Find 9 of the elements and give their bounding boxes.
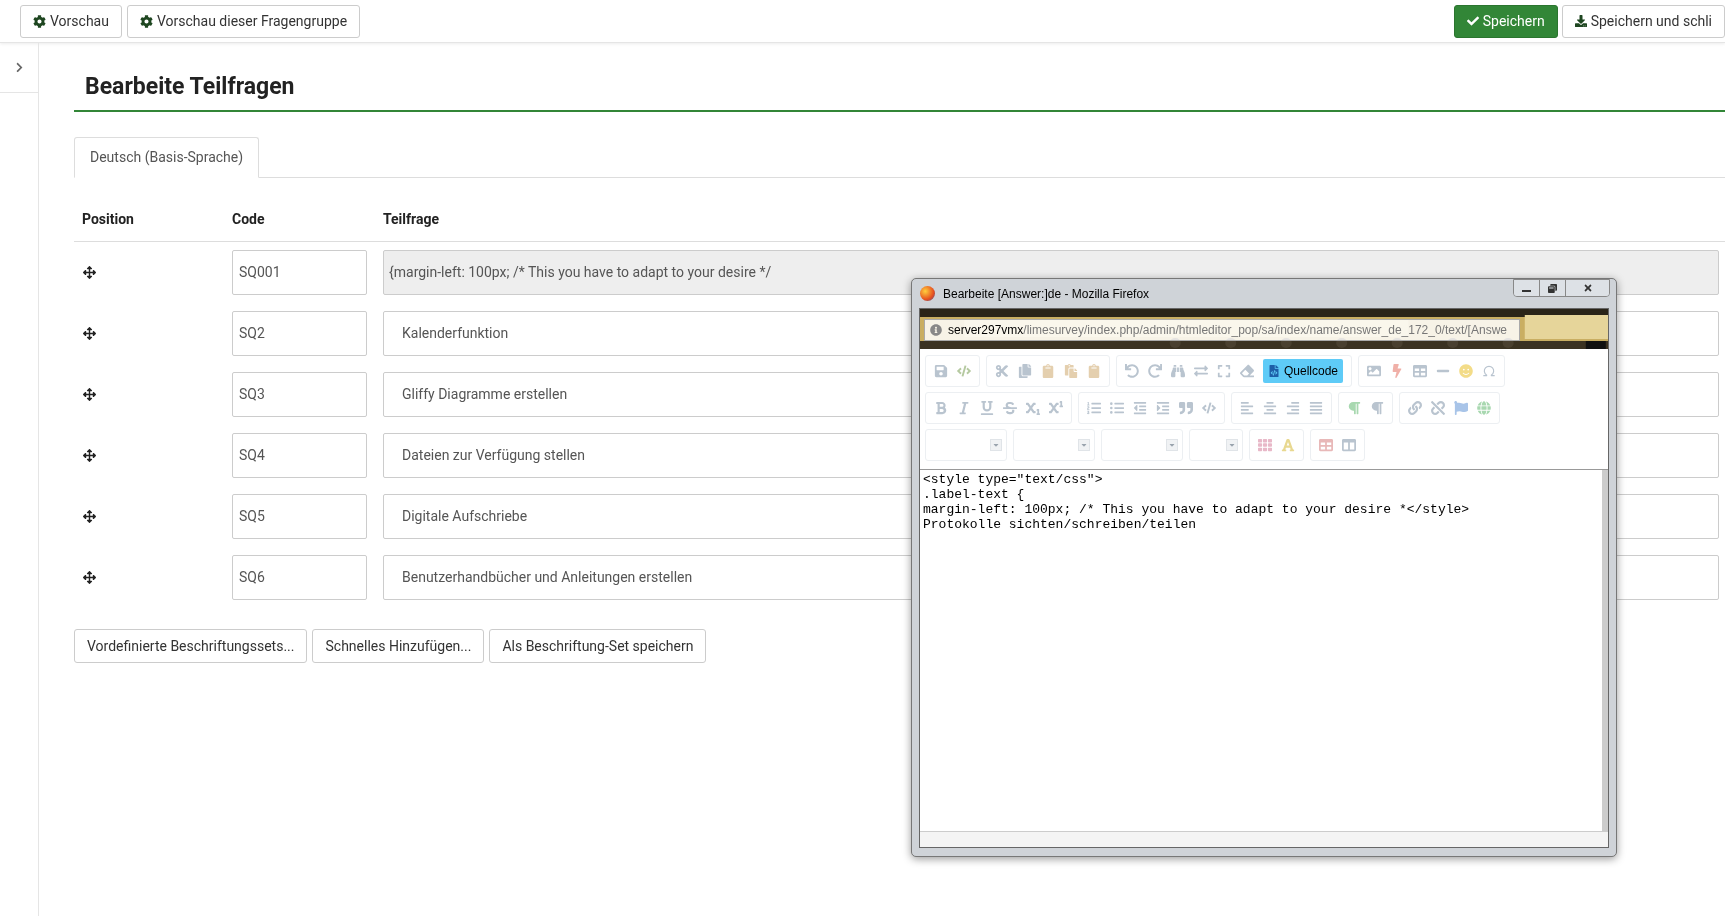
code-line: .label-text { — [923, 487, 1025, 502]
url-text: server297vmx/limesurvey/index.php/admin/htmleditor_pop/sa/index/name/answer_de_172_0/text/[Answe — [948, 322, 1507, 339]
page-title: Bearbeite Teilfragen — [85, 72, 295, 102]
code-line: Protokolle sichten/schreiben/teilen — [923, 517, 1197, 532]
code-line: margin-left: 100px; /* This you have to adapt to your desire *</style> — [923, 502, 1470, 517]
column-header: Code — [232, 210, 266, 229]
column-header: Position — [82, 210, 135, 229]
code-line: <style type="text/css"> — [923, 472, 1103, 487]
column-header: Teilfrage — [383, 210, 439, 229]
